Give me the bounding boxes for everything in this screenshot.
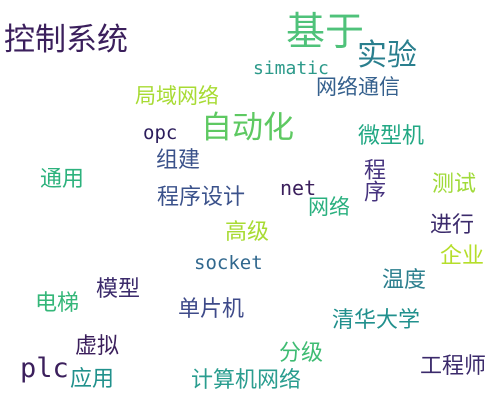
word-wangluo: 网络 xyxy=(308,195,350,219)
word-cloud: 控制系统 基于 实验 simatic 网络通信 局域网络 opc 自动化 微型机… xyxy=(0,0,500,400)
word-shiyan: 实验 xyxy=(357,38,417,73)
word-plc: plc xyxy=(20,353,69,384)
word-danpianji: 单片机 xyxy=(178,297,245,322)
word-yingyong: 应用 xyxy=(70,367,115,392)
word-xuni: 虚拟 xyxy=(75,334,120,359)
word-weixingji: 微型机 xyxy=(358,124,425,149)
word-qiye: 企业 xyxy=(440,244,485,269)
word-socket: socket xyxy=(194,252,263,274)
word-chengxu-sheji: 程序设计 xyxy=(157,185,246,210)
word-jiyu: 基于 xyxy=(286,10,365,55)
word-moxing: 模型 xyxy=(96,277,141,302)
word-wendu: 温度 xyxy=(382,268,427,293)
word-gongchengshi: 工程师 xyxy=(420,354,487,379)
word-jinxing: 进行 xyxy=(430,213,475,238)
word-chengxu: 程序 xyxy=(360,158,385,202)
word-zujian: 组建 xyxy=(156,148,201,173)
word-jisuanji-wangluo: 计算机网络 xyxy=(191,368,302,393)
word-qinghua-daxue: 清华大学 xyxy=(332,308,421,333)
word-tongyong: 通用 xyxy=(40,167,85,192)
word-dianti: 电梯 xyxy=(35,291,80,316)
word-opc: opc xyxy=(143,122,178,144)
word-gaoji: 高级 xyxy=(225,220,270,245)
word-kongzhi-xitong: 控制系统 xyxy=(4,22,128,58)
word-fenji: 分级 xyxy=(279,341,324,366)
word-zidonghua: 自动化 xyxy=(201,110,294,146)
word-ceshi: 测试 xyxy=(432,172,477,197)
word-wangluo-tongxin: 网络通信 xyxy=(316,75,400,99)
word-juyu-wangluo: 局域网络 xyxy=(135,84,219,108)
